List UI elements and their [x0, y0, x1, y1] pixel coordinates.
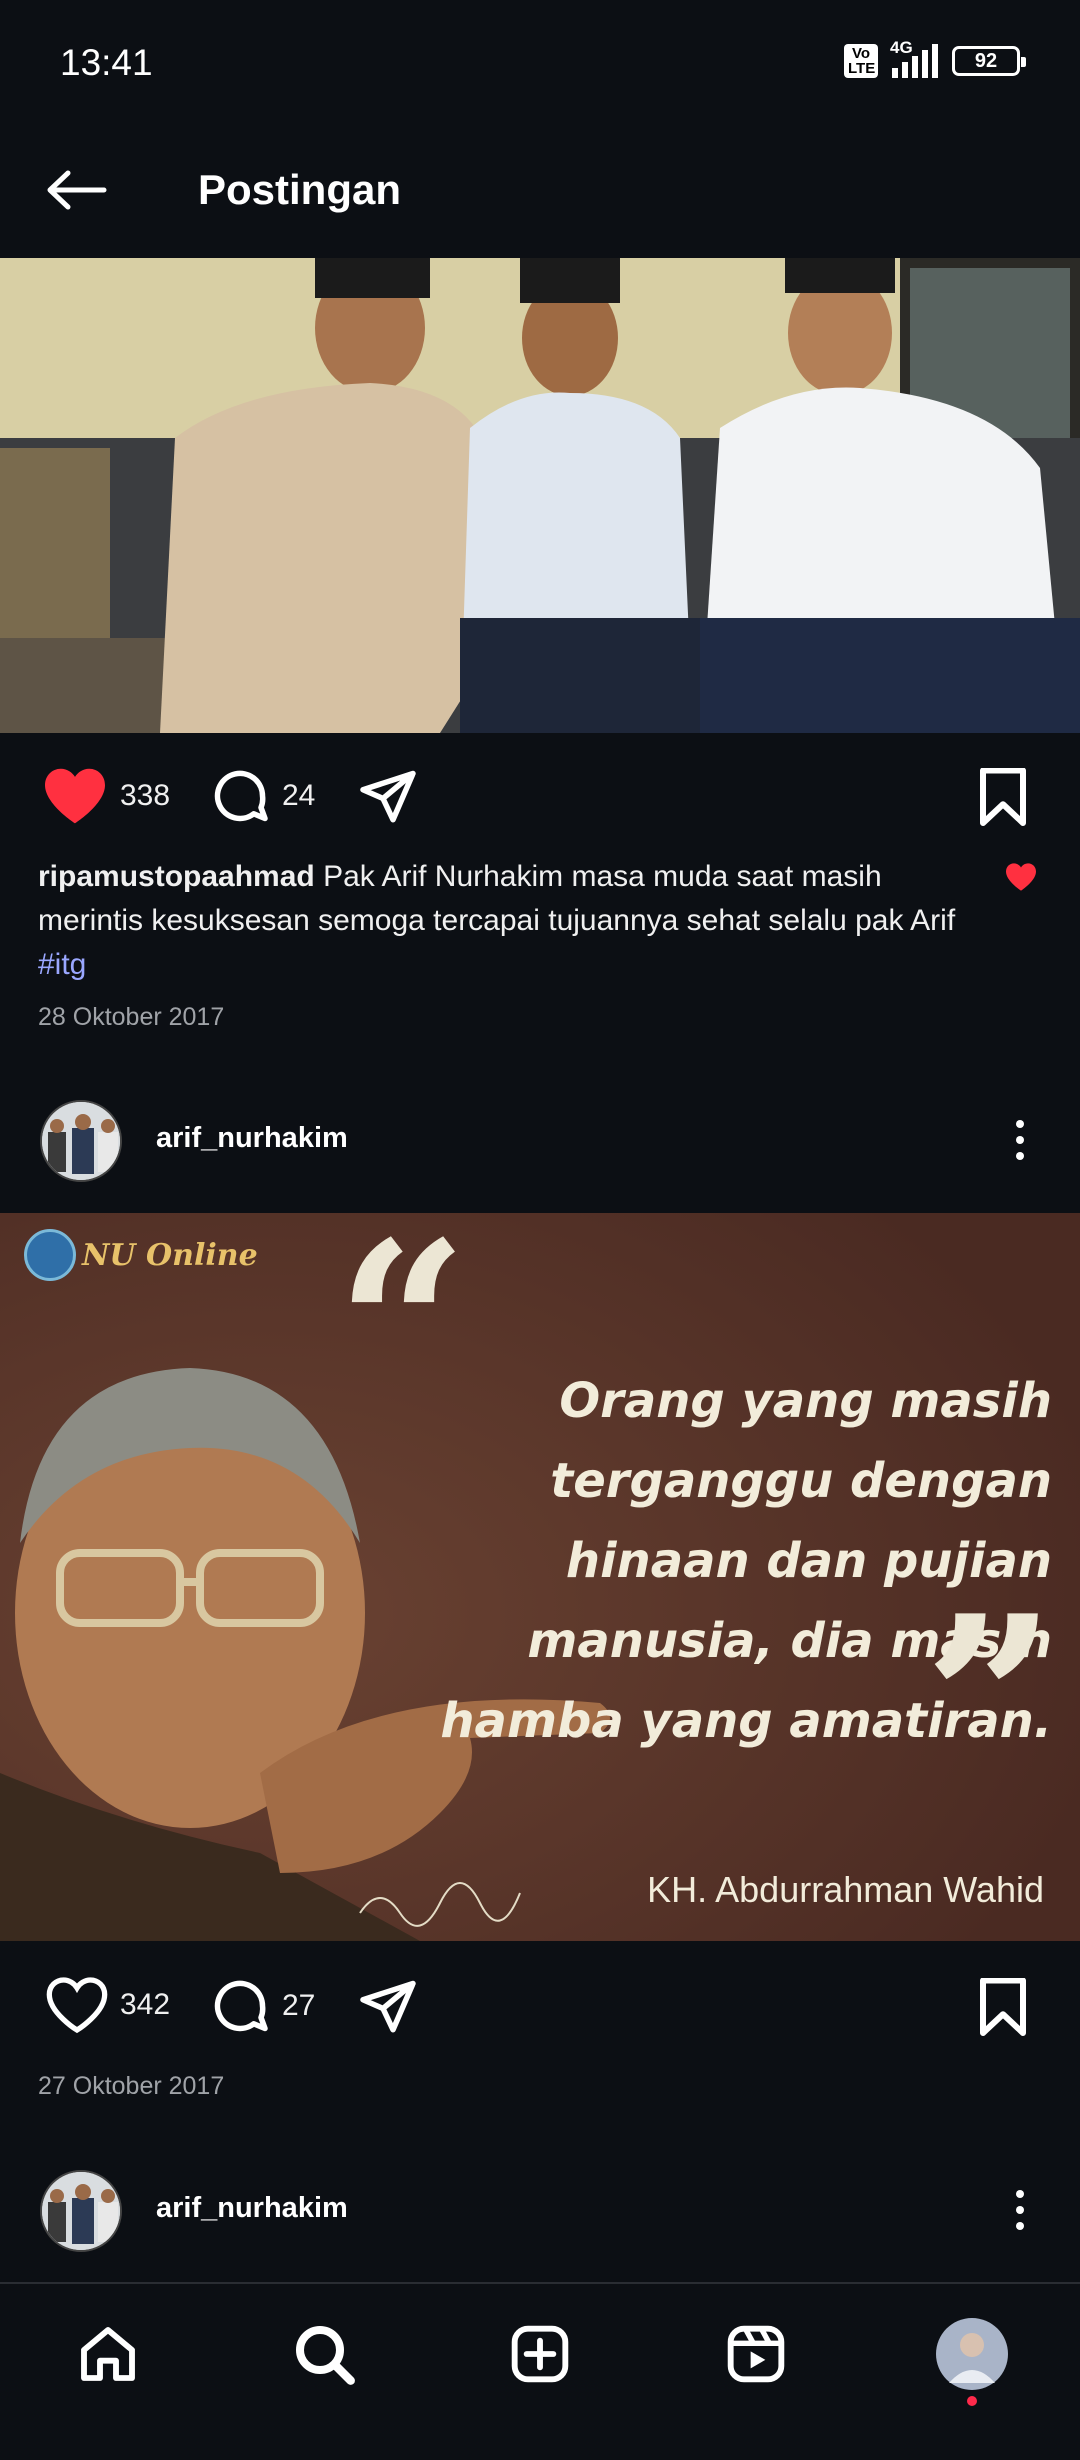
- post-header: arif_nurhakim: [0, 2160, 1080, 2260]
- post-image[interactable]: NU Online “ Orang yang masih terganggu d…: [0, 1213, 1080, 1941]
- nav-create[interactable]: [500, 2314, 580, 2394]
- heart-outline-icon: [46, 1977, 108, 2034]
- volte-icon: Vo LTE: [844, 44, 878, 78]
- more-dot-icon: [1016, 2206, 1024, 2214]
- app-header: Postingan: [0, 120, 1080, 260]
- notification-dot: [967, 2396, 977, 2406]
- comment-count: 24: [282, 779, 316, 812]
- post-header: arif_nurhakim: [0, 1090, 1080, 1190]
- comment-button[interactable]: 27: [208, 1976, 315, 2036]
- quote-author: KH. Abdurrahman Wahid: [647, 1869, 1044, 1910]
- nav-profile[interactable]: [932, 2314, 1012, 2394]
- nav-home[interactable]: [68, 2314, 148, 2394]
- search-icon: [296, 2326, 355, 2385]
- more-dot-icon: [1016, 1136, 1024, 1144]
- comment-icon: [214, 1980, 268, 2032]
- close-quote: ”: [923, 1566, 1056, 1836]
- like-count: 338: [120, 779, 171, 812]
- save-button[interactable]: [976, 767, 1030, 833]
- comment-icon: [214, 770, 268, 822]
- comment-button[interactable]: 24: [208, 766, 315, 826]
- status-bar: 13:41 Vo LTE 4G 92: [0, 0, 1080, 120]
- battery-icon: 92: [952, 46, 1026, 76]
- more-options-button[interactable]: [990, 1108, 1050, 1172]
- avatar[interactable]: [40, 1100, 122, 1182]
- hashtag-link[interactable]: #itg: [38, 948, 86, 981]
- post-image[interactable]: [0, 258, 1080, 733]
- reels-icon: [727, 2325, 785, 2383]
- back-button[interactable]: [40, 154, 112, 226]
- network-type: 4G: [890, 38, 913, 57]
- create-icon: [511, 2325, 569, 2383]
- like-button[interactable]: 342: [44, 1976, 170, 2034]
- more-dot-icon: [1016, 2222, 1024, 2230]
- send-icon: [360, 1980, 416, 2033]
- post-actions: 342 27: [0, 1958, 1080, 2048]
- caption-username[interactable]: ripamustopaahmad: [38, 860, 315, 893]
- comment-count: 27: [282, 1989, 316, 2022]
- more-dot-icon: [1016, 1120, 1024, 1128]
- post-date: 27 Oktober 2017: [38, 2072, 225, 2100]
- post-actions: 338 24: [0, 748, 1080, 838]
- caption-like-button[interactable]: [1004, 862, 1038, 897]
- avatar[interactable]: [40, 2170, 122, 2252]
- arrow-left-icon: [47, 170, 107, 210]
- bottom-nav: [0, 2282, 1080, 2460]
- profile-avatar: [936, 2318, 1008, 2390]
- send-icon: [360, 770, 416, 823]
- more-options-button[interactable]: [990, 2178, 1050, 2242]
- nav-reels[interactable]: [716, 2314, 796, 2394]
- more-dot-icon: [1016, 1152, 1024, 1160]
- nu-online-logo: NU Online: [24, 1229, 258, 1281]
- globe-icon: [24, 1229, 76, 1281]
- status-icons: Vo LTE 4G 92: [844, 38, 1026, 78]
- share-button[interactable]: [356, 1976, 420, 2036]
- share-button[interactable]: [356, 766, 420, 826]
- battery-level: 92: [974, 49, 998, 72]
- bookmark-icon: [980, 1977, 1026, 2036]
- save-button[interactable]: [976, 1977, 1030, 2043]
- logo-text: NU Online: [82, 1237, 258, 1273]
- signal-icon: 4G: [890, 38, 938, 78]
- post-username[interactable]: arif_nurhakim: [156, 1122, 348, 1155]
- page-title: Postingan: [198, 166, 402, 213]
- post-date: 28 Oktober 2017: [38, 1003, 225, 1031]
- bookmark-icon: [980, 767, 1026, 826]
- like-button[interactable]: 338: [40, 766, 170, 826]
- heart-filled-icon: [1006, 863, 1036, 891]
- home-icon: [81, 2327, 135, 2381]
- nav-search[interactable]: [284, 2314, 364, 2394]
- heart-filled-icon: [45, 768, 105, 824]
- status-time: 13:41: [60, 42, 153, 83]
- post-username[interactable]: arif_nurhakim: [156, 2192, 348, 2225]
- post-caption: ripamustopaahmad Pak Arif Nurhakim masa …: [38, 855, 978, 987]
- more-dot-icon: [1016, 2190, 1024, 2198]
- like-count: 342: [120, 1988, 171, 2021]
